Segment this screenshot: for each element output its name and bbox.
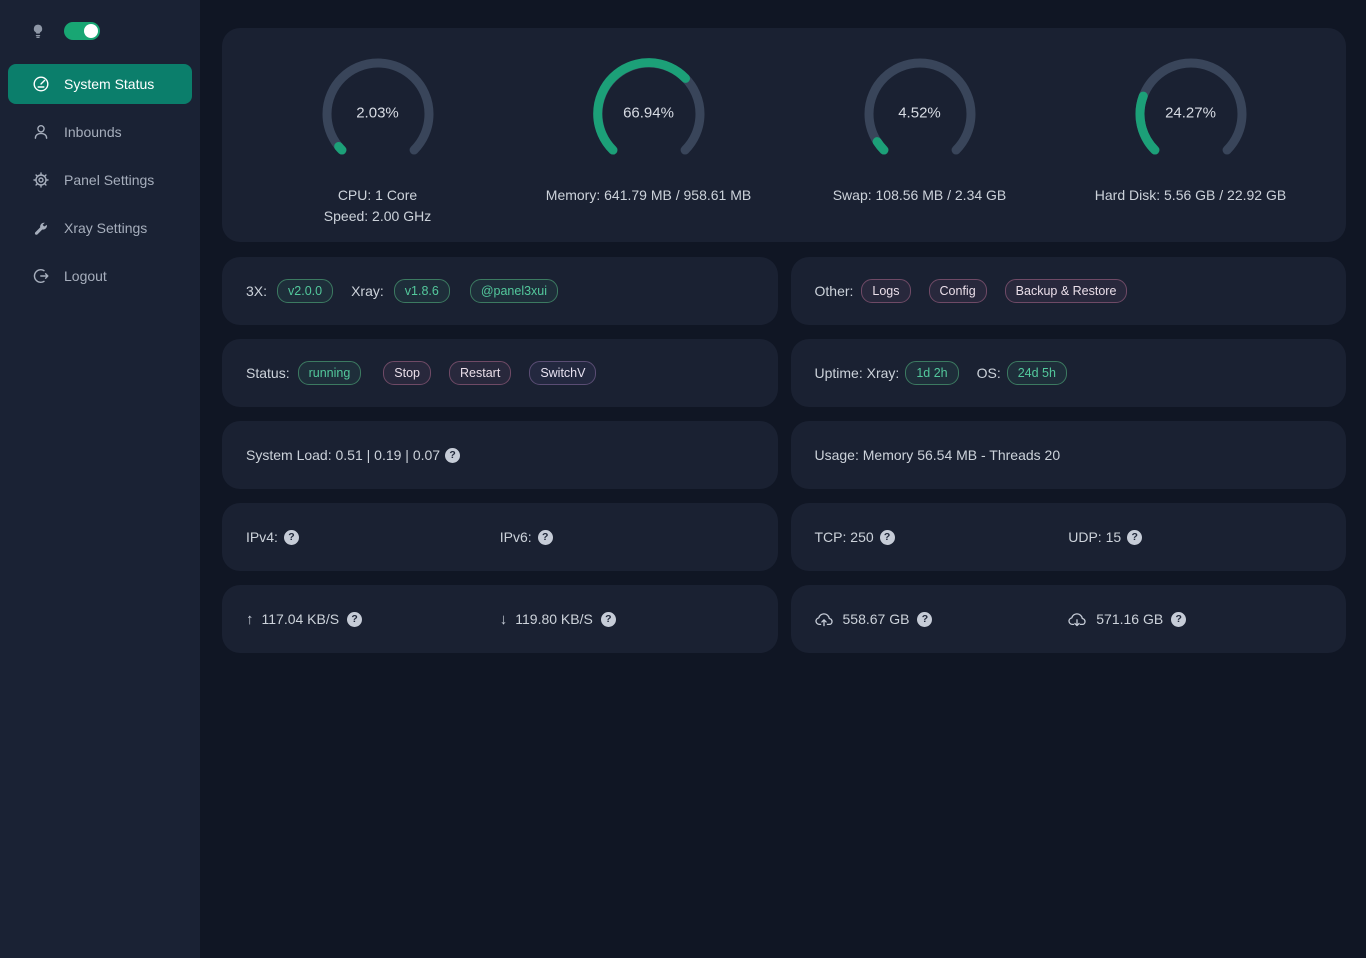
dashboard-icon — [32, 75, 50, 93]
user-icon — [32, 123, 50, 141]
stop-button[interactable]: Stop — [383, 361, 431, 385]
ipv4-block: IPv4: ? — [246, 529, 500, 545]
gear-icon — [32, 171, 50, 189]
ipv6-help-icon[interactable]: ? — [538, 530, 553, 545]
theme-toggle[interactable] — [64, 22, 100, 40]
traffic-total-card: 558.67 GB ? 571.16 GB ? — [791, 585, 1347, 653]
upload-speed-text: 117.04 KB/S — [262, 611, 340, 627]
sidebar-item-label: Xray Settings — [64, 220, 147, 236]
cpu-gauge: 2.03% CPU: 1 Core Speed: 2.00 GHz — [242, 54, 513, 242]
sidebar: System Status Inbounds Panel Settings Xr… — [0, 0, 200, 958]
status-label: Status: — [246, 365, 290, 381]
arrow-down-icon: ↓ — [500, 611, 508, 628]
theme-bulb-icon — [30, 22, 46, 40]
swap-gauge: 4.52% Swap: 108.56 MB / 2.34 GB — [784, 54, 1055, 242]
3x-label: 3X: — [246, 283, 267, 299]
tcp-help-icon[interactable]: ? — [880, 530, 895, 545]
status-running-badge: running — [298, 361, 362, 385]
swap-percent: 4.52% — [860, 105, 980, 122]
sidebar-item-panel-settings[interactable]: Panel Settings — [8, 160, 192, 200]
download-total-text: 571.16 GB — [1096, 611, 1163, 627]
sidebar-item-inbounds[interactable]: Inbounds — [8, 112, 192, 152]
upload-speed-block: ↑ 117.04 KB/S ? — [246, 611, 500, 628]
cpu-label: CPU: 1 Core Speed: 2.00 GHz — [324, 185, 431, 227]
cloud-upload-icon — [815, 612, 833, 627]
xray-label: Xray: — [351, 283, 384, 299]
usage-text: Usage: Memory 56.54 MB - Threads 20 — [815, 447, 1061, 463]
wrench-icon — [32, 219, 50, 237]
swap-gauge-ring: 4.52% — [860, 54, 980, 174]
udp-block: UDP: 15 ? — [1068, 529, 1322, 545]
sidebar-item-label: Logout — [64, 268, 107, 284]
sidebar-item-system-status[interactable]: System Status — [8, 64, 192, 104]
usage-card: Usage: Memory 56.54 MB - Threads 20 — [791, 421, 1347, 489]
logout-icon — [32, 267, 50, 285]
ipv6-label: IPv6: — [500, 529, 532, 545]
os-uptime-badge: 24d 5h — [1007, 361, 1067, 385]
toggle-knob — [84, 24, 98, 38]
ipv4-label: IPv4: — [246, 529, 278, 545]
backup-restore-button[interactable]: Backup & Restore — [1005, 279, 1128, 303]
download-speed-block: ↓ 119.80 KB/S ? — [500, 611, 754, 628]
switch-version-button[interactable]: SwitchV — [529, 361, 596, 385]
ipv6-block: IPv6: ? — [500, 529, 754, 545]
download-total-help-icon[interactable]: ? — [1171, 612, 1186, 627]
sidebar-item-logout[interactable]: Logout — [8, 256, 192, 296]
uptime-xray-label: Uptime: Xray: — [815, 365, 900, 381]
disk-gauge: 24.27% Hard Disk: 5.56 GB / 22.92 GB — [1055, 54, 1326, 242]
upload-speed-help-icon[interactable]: ? — [347, 612, 362, 627]
memory-label: Memory: 641.79 MB / 958.61 MB — [546, 185, 751, 206]
ip-card: IPv4: ? IPv6: ? — [222, 503, 778, 571]
swap-label: Swap: 108.56 MB / 2.34 GB — [833, 185, 1007, 206]
restart-button[interactable]: Restart — [449, 361, 511, 385]
3x-version-badge: v2.0.0 — [277, 279, 333, 303]
disk-label: Hard Disk: 5.56 GB / 22.92 GB — [1095, 185, 1286, 206]
tcp-count-text: TCP: 250 — [815, 529, 874, 545]
version-card: 3X: v2.0.0 Xray: v1.8.6 @panel3xui — [222, 257, 778, 325]
memory-gauge: 66.94% Memory: 641.79 MB / 958.61 MB — [513, 54, 784, 242]
udp-help-icon[interactable]: ? — [1127, 530, 1142, 545]
other-label: Other: — [815, 283, 854, 299]
download-speed-text: 119.80 KB/S — [515, 611, 593, 627]
xray-uptime-badge: 1d 2h — [905, 361, 958, 385]
cloud-download-icon — [1068, 612, 1086, 627]
xray-version-badge: v1.8.6 — [394, 279, 450, 303]
main-content: 2.03% CPU: 1 Core Speed: 2.00 GHz 66.94%… — [200, 0, 1366, 958]
udp-count-text: UDP: 15 — [1068, 529, 1121, 545]
disk-percent: 24.27% — [1131, 105, 1251, 122]
system-load-help-icon[interactable]: ? — [445, 448, 460, 463]
theme-row — [0, 18, 200, 56]
upload-total-block: 558.67 GB ? — [815, 611, 1069, 627]
ipv4-help-icon[interactable]: ? — [284, 530, 299, 545]
other-card: Other: Logs Config Backup & Restore — [791, 257, 1347, 325]
sidebar-item-xray-settings[interactable]: Xray Settings — [8, 208, 192, 248]
memory-percent: 66.94% — [589, 105, 709, 122]
config-button[interactable]: Config — [929, 279, 987, 303]
network-speed-card: ↑ 117.04 KB/S ? ↓ 119.80 KB/S ? — [222, 585, 778, 653]
disk-gauge-ring: 24.27% — [1131, 54, 1251, 174]
upload-total-help-icon[interactable]: ? — [917, 612, 932, 627]
arrow-up-icon: ↑ — [246, 611, 254, 628]
sidebar-item-label: Panel Settings — [64, 172, 154, 188]
system-load-text: System Load: 0.51 | 0.19 | 0.07 — [246, 447, 440, 463]
logs-button[interactable]: Logs — [861, 279, 910, 303]
sidebar-item-label: Inbounds — [64, 124, 122, 140]
sidebar-item-label: System Status — [64, 76, 154, 92]
os-label: OS: — [977, 365, 1001, 381]
system-load-card: System Load: 0.51 | 0.19 | 0.07 ? — [222, 421, 778, 489]
uptime-card: Uptime: Xray: 1d 2h OS: 24d 5h — [791, 339, 1347, 407]
download-total-block: 571.16 GB ? — [1068, 611, 1322, 627]
tcp-block: TCP: 250 ? — [815, 529, 1069, 545]
memory-gauge-ring: 66.94% — [589, 54, 709, 174]
upload-total-text: 558.67 GB — [843, 611, 910, 627]
cpu-gauge-ring: 2.03% — [318, 54, 438, 174]
xray-status-card: Status: running Stop Restart SwitchV — [222, 339, 778, 407]
connections-card: TCP: 250 ? UDP: 15 ? — [791, 503, 1347, 571]
cpu-percent: 2.03% — [318, 105, 438, 122]
system-gauges-card: 2.03% CPU: 1 Core Speed: 2.00 GHz 66.94%… — [222, 28, 1346, 242]
download-speed-help-icon[interactable]: ? — [601, 612, 616, 627]
telegram-channel-badge[interactable]: @panel3xui — [470, 279, 558, 303]
